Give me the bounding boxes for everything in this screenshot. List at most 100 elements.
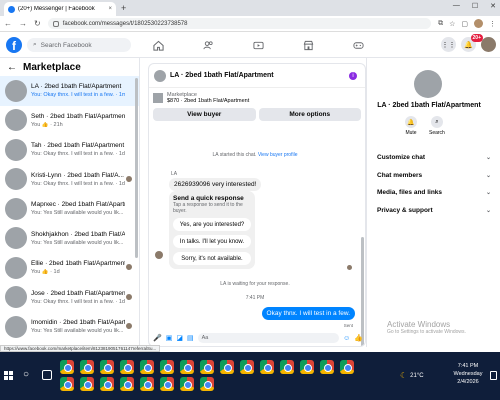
chrome-taskbar-icon[interactable] xyxy=(220,360,234,374)
chrome-taskbar-icon[interactable] xyxy=(300,360,314,374)
maximize-button[interactable]: ☐ xyxy=(472,2,478,10)
close-window-button[interactable]: ✕ xyxy=(490,2,496,10)
chrome-taskbar-icon[interactable] xyxy=(60,360,74,374)
back-arrow-icon[interactable]: ← xyxy=(7,62,17,73)
view-buyer-button[interactable]: View buyer xyxy=(153,108,256,121)
notifications-bell-icon[interactable]: 🔔 20+ xyxy=(461,34,483,52)
friends-icon[interactable] xyxy=(188,36,228,54)
privacy-support-item[interactable]: Privacy & support ⌄ xyxy=(377,202,491,220)
conversation-item[interactable]: Seth · 2bed 1bath Flat/Apartment You 👍 · … xyxy=(0,106,139,136)
mute-label: Mute xyxy=(405,130,417,136)
new-tab-button[interactable]: + xyxy=(121,3,126,13)
conversation-name: Imomidin · 2bed 1bath Flat/Apart... xyxy=(31,319,125,327)
chrome-taskbar-icon[interactable] xyxy=(180,377,194,391)
notification-center-icon[interactable] xyxy=(490,371,497,380)
listing-photo[interactable] xyxy=(414,70,442,98)
browser-tab[interactable]: (20+) Messenger | Facebook × xyxy=(4,2,116,16)
media-files-links-item[interactable]: Media, files and links ⌄ xyxy=(377,184,491,202)
chrome-taskbar-icon[interactable] xyxy=(200,360,214,374)
start-icon[interactable] xyxy=(4,371,13,380)
chrome-taskbar-icon[interactable] xyxy=(100,377,114,391)
conversation-name: Jose · 2bed 1bath Flat/Apartment xyxy=(31,289,125,297)
like-thumb-icon[interactable]: 👍 xyxy=(354,334,363,342)
chrome-taskbar-icon[interactable] xyxy=(120,377,134,391)
facebook-logo[interactable]: f xyxy=(6,37,22,53)
chat-window: LA · 2bed 1bath Flat/Apartment i Marketp… xyxy=(148,63,366,347)
emoji-icon[interactable]: ☺ xyxy=(343,335,350,342)
chat-info-icon[interactable]: i xyxy=(349,71,357,80)
chrome-taskbar-icon[interactable] xyxy=(160,360,174,374)
reload-icon[interactable]: ↻ xyxy=(34,19,41,28)
menu-label: Media, files and links xyxy=(377,189,443,197)
chrome-taskbar-icon[interactable] xyxy=(140,377,154,391)
conversation-item[interactable]: Маргкес · 2bed 1bath Flat/Apartm... You: … xyxy=(0,194,139,224)
menu-grid-icon[interactable]: ⋮⋮ xyxy=(441,37,456,52)
chrome-taskbar-icon[interactable] xyxy=(100,360,114,374)
weather-widget[interactable]: ☾ 21°C xyxy=(400,371,424,380)
quick-response-option[interactable]: Sorry, it's not available. xyxy=(173,252,251,265)
video-icon[interactable] xyxy=(238,36,278,54)
home-icon[interactable] xyxy=(138,36,178,54)
taskbar-clock[interactable]: 7:41 PM Wednesday 2/4/2026 xyxy=(448,362,488,386)
task-view-icon[interactable] xyxy=(42,370,52,380)
gaming-icon[interactable] xyxy=(338,36,378,54)
browser-profile-avatar[interactable] xyxy=(474,19,483,28)
url-text: facebook.com/messages/t/1802530223738578 xyxy=(62,20,188,27)
sticker-icon[interactable]: ◪ xyxy=(176,334,183,342)
marketplace-icon[interactable] xyxy=(288,36,328,54)
taskbar-search-icon[interactable]: ○ xyxy=(23,369,29,380)
conversation-item[interactable]: Jose · 2bed 1bath Flat/Apartment You: Oka… xyxy=(0,283,139,313)
quick-response-option[interactable]: In talks. I'll let you know. xyxy=(173,235,251,248)
chat-header-thumbnail[interactable] xyxy=(154,69,166,82)
chrome-taskbar-icon[interactable] xyxy=(180,360,194,374)
gif-icon[interactable]: ▤ xyxy=(187,334,194,342)
photo-icon[interactable]: ▣ xyxy=(166,334,173,342)
chrome-taskbar-icon[interactable] xyxy=(80,377,94,391)
chrome-taskbar-icon[interactable] xyxy=(320,360,334,374)
install-icon[interactable]: ⧉ xyxy=(438,20,443,28)
url-field[interactable]: facebook.com/messages/t/1802530223738578 xyxy=(47,18,432,29)
search-conversation-button[interactable]: ⌕ Search xyxy=(429,116,445,136)
facebook-search-input[interactable]: ⌕ Search Facebook xyxy=(27,38,131,52)
back-icon[interactable]: ← xyxy=(4,19,12,28)
listing-thumbnail[interactable] xyxy=(153,93,163,103)
conversation-item[interactable]: Ellie · 2bed 1bath Flat/Apartment You 👍 ·… xyxy=(0,253,139,283)
message-input[interactable]: Aa xyxy=(197,333,340,343)
conversation-item[interactable]: Tah · 2bed 1bath Flat/Apartment You: Okay… xyxy=(0,135,139,165)
chrome-taskbar-icon[interactable] xyxy=(240,360,254,374)
browser-menu-icon[interactable]: ⋮ xyxy=(489,20,496,28)
bookmark-star-icon[interactable]: ☆ xyxy=(449,20,455,28)
chat-members-item[interactable]: Chat members ⌄ xyxy=(377,167,491,185)
tab-close-icon[interactable]: × xyxy=(108,6,112,12)
buyer-avatar[interactable] xyxy=(155,251,163,259)
chrome-taskbar-icon[interactable] xyxy=(260,360,274,374)
account-avatar[interactable] xyxy=(481,37,496,52)
chrome-taskbar-icon[interactable] xyxy=(60,377,74,391)
chat-header-name[interactable]: LA · 2bed 1bath Flat/Apartment xyxy=(170,72,345,79)
conversation-list-scrollbar[interactable] xyxy=(135,78,138,258)
chrome-taskbar-icon[interactable] xyxy=(200,377,214,391)
conversation-item[interactable]: Kristi-Lynn · 2bed 1bath Flat/A... You: O… xyxy=(0,165,139,195)
conversation-item[interactable]: LA · 2bed 1bath Flat/Apartment You: Okay … xyxy=(0,76,139,106)
listing-thumbnail xyxy=(5,315,27,338)
quick-response-option[interactable]: Yes, are you interested? xyxy=(173,218,251,231)
microphone-icon[interactable]: 🎤 xyxy=(153,334,162,342)
conversation-item[interactable]: Imomidin · 2bed 1bath Flat/Apart... You: … xyxy=(0,312,139,342)
chrome-taskbar-icon[interactable] xyxy=(80,360,94,374)
minimize-button[interactable]: — xyxy=(453,2,460,10)
extensions-icon[interactable]: ▢ xyxy=(461,20,468,28)
chrome-taskbar-icon[interactable] xyxy=(340,360,354,374)
conversation-item[interactable]: Shokhjakhon · 2bed 1bath Flat/A... You: Y… xyxy=(0,224,139,254)
chrome-taskbar-icon[interactable] xyxy=(140,360,154,374)
conversation-snippet: You: Okay thnx. I will test in a few. · … xyxy=(31,298,125,305)
mute-button[interactable]: 🔔 Mute xyxy=(405,116,417,136)
forward-icon[interactable]: → xyxy=(19,19,27,28)
chrome-taskbar-icon[interactable] xyxy=(160,377,174,391)
view-buyer-profile-link[interactable]: View buyer profile xyxy=(258,152,298,158)
site-info-icon[interactable] xyxy=(52,20,59,27)
chrome-taskbar-icon[interactable] xyxy=(120,360,134,374)
more-options-button[interactable]: More options xyxy=(258,108,361,121)
chrome-taskbar-icon[interactable] xyxy=(280,360,294,374)
listing-title[interactable]: $870 · 2bed 1bath Flat/Apartment xyxy=(167,98,249,104)
customize-chat-item[interactable]: Customize chat ⌄ xyxy=(377,149,491,167)
